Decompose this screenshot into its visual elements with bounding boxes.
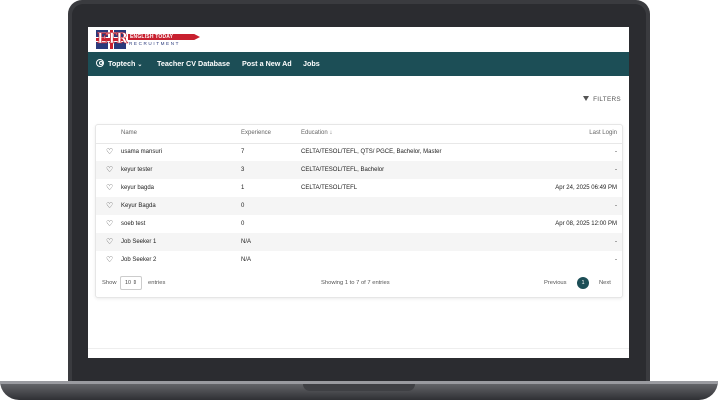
cell-name[interactable]: keyur bagda <box>121 185 154 191</box>
filters-button[interactable]: FILTERS <box>583 95 621 103</box>
cell-name[interactable]: Job Seeker 2 <box>121 257 156 263</box>
cell-education: CELTA/TESOL/TEFL, QTS/ PGCE, Bachelor, M… <box>301 149 442 155</box>
select-arrows-icon: ⇕ <box>132 280 138 286</box>
cell-education: CELTA/TESOL/TEFL <box>301 185 358 191</box>
nav-item-jobs[interactable]: Jobs <box>303 52 320 76</box>
nav-item-post-ad[interactable]: Post a New Ad <box>242 52 292 76</box>
table-header: Name Experience Education ↓ Last Login <box>96 125 622 144</box>
browser-screen: ETR ENGLISH TODAY RECRUITMENT Toptech ⌄ T… <box>88 27 629 358</box>
cell-name[interactable]: keyur tester <box>121 167 152 173</box>
heart-outline-icon[interactable]: ♡ <box>106 184 113 192</box>
page-button-current[interactable]: 1 <box>577 277 589 289</box>
heart-outline-icon[interactable]: ♡ <box>106 202 113 210</box>
entries-info: Showing 1 to 7 of 7 entries <box>321 280 390 286</box>
table-row[interactable]: ♡ usama mansuri 7 CELTA/TESOL/TEFL, QTS/… <box>96 143 622 161</box>
column-header-name[interactable]: Name <box>121 130 137 136</box>
cell-experience: 1 <box>241 185 245 191</box>
heart-outline-icon[interactable]: ♡ <box>106 166 113 174</box>
cell-experience: 7 <box>241 149 245 155</box>
cell-last-login: Apr 08, 2025 12:00 PM <box>555 221 617 227</box>
divider <box>88 348 629 349</box>
entries-label: entries <box>148 280 166 286</box>
table-row[interactable]: ♡ Keyur Bagda 0 - <box>96 197 622 215</box>
logo-tagline: RECRUITMENT <box>129 41 181 46</box>
column-header-last-login[interactable]: Last Login <box>589 130 617 136</box>
nav-item-teacher-cv-database[interactable]: Teacher CV Database <box>157 52 230 76</box>
cell-last-login: Apr 24, 2025 06:49 PM <box>555 185 617 191</box>
table-row[interactable]: ♡ Job Seeker 2 N/A - <box>96 251 622 269</box>
table-footer: Show 10 ⇕ entries Showing 1 to 7 of 7 en… <box>96 273 622 295</box>
user-circle-icon[interactable] <box>96 59 104 67</box>
cell-last-login: - <box>615 257 617 263</box>
cell-name[interactable]: Keyur Bagda <box>121 203 156 209</box>
candidates-table: Name Experience Education ↓ Last Login ♡… <box>95 124 623 298</box>
user-menu-label: Toptech <box>108 59 136 68</box>
table-row[interactable]: ♡ keyur tester 3 CELTA/TESOL/TEFL, Bache… <box>96 161 622 179</box>
column-header-education[interactable]: Education ↓ <box>301 130 332 136</box>
cell-education: CELTA/TESOL/TEFL, Bachelor <box>301 167 385 173</box>
logo-bar: ETR ENGLISH TODAY RECRUITMENT <box>88 27 629 52</box>
cell-experience: N/A <box>241 257 252 263</box>
main-navbar: Toptech ⌄ Teacher CV Database Post a New … <box>88 52 629 76</box>
heart-outline-icon[interactable]: ♡ <box>106 148 113 156</box>
cell-experience: 0 <box>241 203 245 209</box>
cell-last-login: - <box>615 149 617 155</box>
user-menu[interactable]: Toptech ⌄ <box>108 52 142 76</box>
cell-last-login: - <box>615 167 617 173</box>
page-size-select[interactable]: 10 ⇕ <box>120 276 142 290</box>
chevron-down-icon: ⌄ <box>137 62 143 68</box>
table-row[interactable]: ♡ soeb test 0 Apr 08, 2025 12:00 PM <box>96 215 622 233</box>
page-size-value: 10 <box>124 280 131 286</box>
cell-name[interactable]: Job Seeker 1 <box>121 239 156 245</box>
cell-last-login: - <box>615 239 617 245</box>
cell-name[interactable]: usama mansuri <box>121 149 162 155</box>
table-row[interactable]: ♡ keyur bagda 1 CELTA/TESOL/TEFL Apr 24,… <box>96 179 622 197</box>
next-page-button[interactable]: Next <box>599 280 611 286</box>
show-label: Show <box>102 280 117 286</box>
filters-label: FILTERS <box>593 96 621 103</box>
column-header-experience[interactable]: Experience <box>241 130 271 136</box>
heart-outline-icon[interactable]: ♡ <box>106 256 113 264</box>
funnel-icon <box>583 95 590 101</box>
logo-mark[interactable]: ETR <box>97 31 128 48</box>
cell-name[interactable]: soeb test <box>121 221 145 227</box>
previous-page-button[interactable]: Previous <box>544 280 567 286</box>
logo-name: ENGLISH TODAY <box>130 34 174 40</box>
cell-experience: 0 <box>241 221 245 227</box>
cell-last-login: - <box>615 203 617 209</box>
heart-outline-icon[interactable]: ♡ <box>106 220 113 228</box>
cell-experience: N/A <box>241 239 252 245</box>
cell-experience: 3 <box>241 167 245 173</box>
laptop-notch <box>303 384 415 391</box>
heart-outline-icon[interactable]: ♡ <box>106 238 113 246</box>
table-row[interactable]: ♡ Job Seeker 1 N/A - <box>96 233 622 251</box>
